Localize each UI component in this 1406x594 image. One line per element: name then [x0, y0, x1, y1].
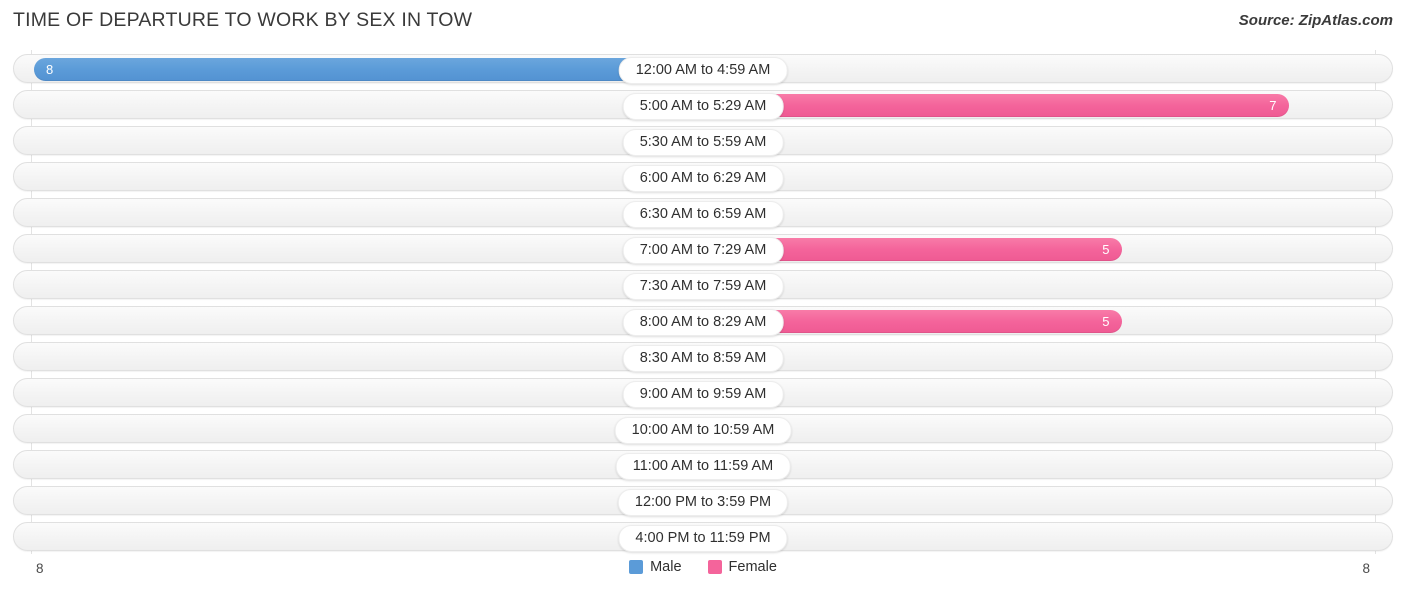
chart-row[interactable]: 009:00 AM to 9:59 AM: [13, 378, 1393, 408]
row-label: 10:00 AM to 10:59 AM: [614, 417, 792, 444]
chart-row[interactable]: 007:30 AM to 7:59 AM: [13, 270, 1393, 300]
row-label: 7:30 AM to 7:59 AM: [622, 273, 784, 300]
source-attribution: Source: ZipAtlas.com: [1238, 12, 1393, 29]
row-label: 7:00 AM to 7:29 AM: [622, 237, 784, 264]
chart-row[interactable]: 005:30 AM to 5:59 AM: [13, 126, 1393, 156]
row-label: 6:00 AM to 6:29 AM: [622, 165, 784, 192]
chart-row[interactable]: 006:00 AM to 6:29 AM: [13, 162, 1393, 192]
legend-item-male[interactable]: Male: [629, 559, 682, 575]
legend-swatch-male-icon: [629, 560, 644, 574]
row-label: 4:00 PM to 11:59 PM: [618, 525, 788, 552]
chart-rows: 8012:00 AM to 4:59 AM075:00 AM to 5:29 A…: [13, 50, 1393, 554]
chart-row[interactable]: 0011:00 AM to 11:59 AM: [13, 450, 1393, 480]
chart-plot-area: 8012:00 AM to 4:59 AM075:00 AM to 5:29 A…: [13, 50, 1393, 554]
row-label: 5:00 AM to 5:29 AM: [622, 93, 784, 120]
page-title: TIME OF DEPARTURE TO WORK BY SEX IN TOW: [13, 9, 473, 31]
row-label: 12:00 PM to 3:59 PM: [617, 489, 789, 516]
bar-value-female: 7: [1269, 98, 1277, 113]
chart-row[interactable]: 008:30 AM to 8:59 AM: [13, 342, 1393, 372]
row-label: 8:30 AM to 8:59 AM: [622, 345, 784, 372]
legend-label-male: Male: [650, 559, 682, 575]
chart-row[interactable]: 0010:00 AM to 10:59 AM: [13, 414, 1393, 444]
bar-value-female: 5: [1102, 242, 1110, 257]
chart-row[interactable]: 004:00 PM to 11:59 PM: [13, 522, 1393, 552]
row-label: 9:00 AM to 9:59 AM: [622, 381, 784, 408]
legend-swatch-female-icon: [707, 560, 722, 574]
row-label: 6:30 AM to 6:59 AM: [622, 201, 784, 228]
bar-female[interactable]: 7: [704, 94, 1289, 117]
chart-row[interactable]: 057:00 AM to 7:29 AM: [13, 234, 1393, 264]
chart-header: TIME OF DEPARTURE TO WORK BY SEX IN TOW …: [0, 0, 1406, 42]
bar-value-female: 5: [1102, 314, 1110, 329]
row-label: 12:00 AM to 4:59 AM: [618, 57, 788, 84]
chart-legend: Male Female: [0, 559, 1406, 575]
row-label: 5:30 AM to 5:59 AM: [622, 129, 784, 156]
bar-male[interactable]: 8: [34, 58, 702, 81]
row-label: 11:00 AM to 11:59 AM: [615, 453, 791, 480]
chart-row[interactable]: 006:30 AM to 6:59 AM: [13, 198, 1393, 228]
legend-item-female[interactable]: Female: [707, 559, 777, 575]
chart-row[interactable]: 0012:00 PM to 3:59 PM: [13, 486, 1393, 516]
chart-row[interactable]: 075:00 AM to 5:29 AM: [13, 90, 1393, 120]
chart-row[interactable]: 8012:00 AM to 4:59 AM: [13, 54, 1393, 84]
row-label: 8:00 AM to 8:29 AM: [622, 309, 784, 336]
chart-row[interactable]: 058:00 AM to 8:29 AM: [13, 306, 1393, 336]
legend-label-female: Female: [728, 559, 777, 575]
bar-value-male: 8: [46, 62, 54, 77]
